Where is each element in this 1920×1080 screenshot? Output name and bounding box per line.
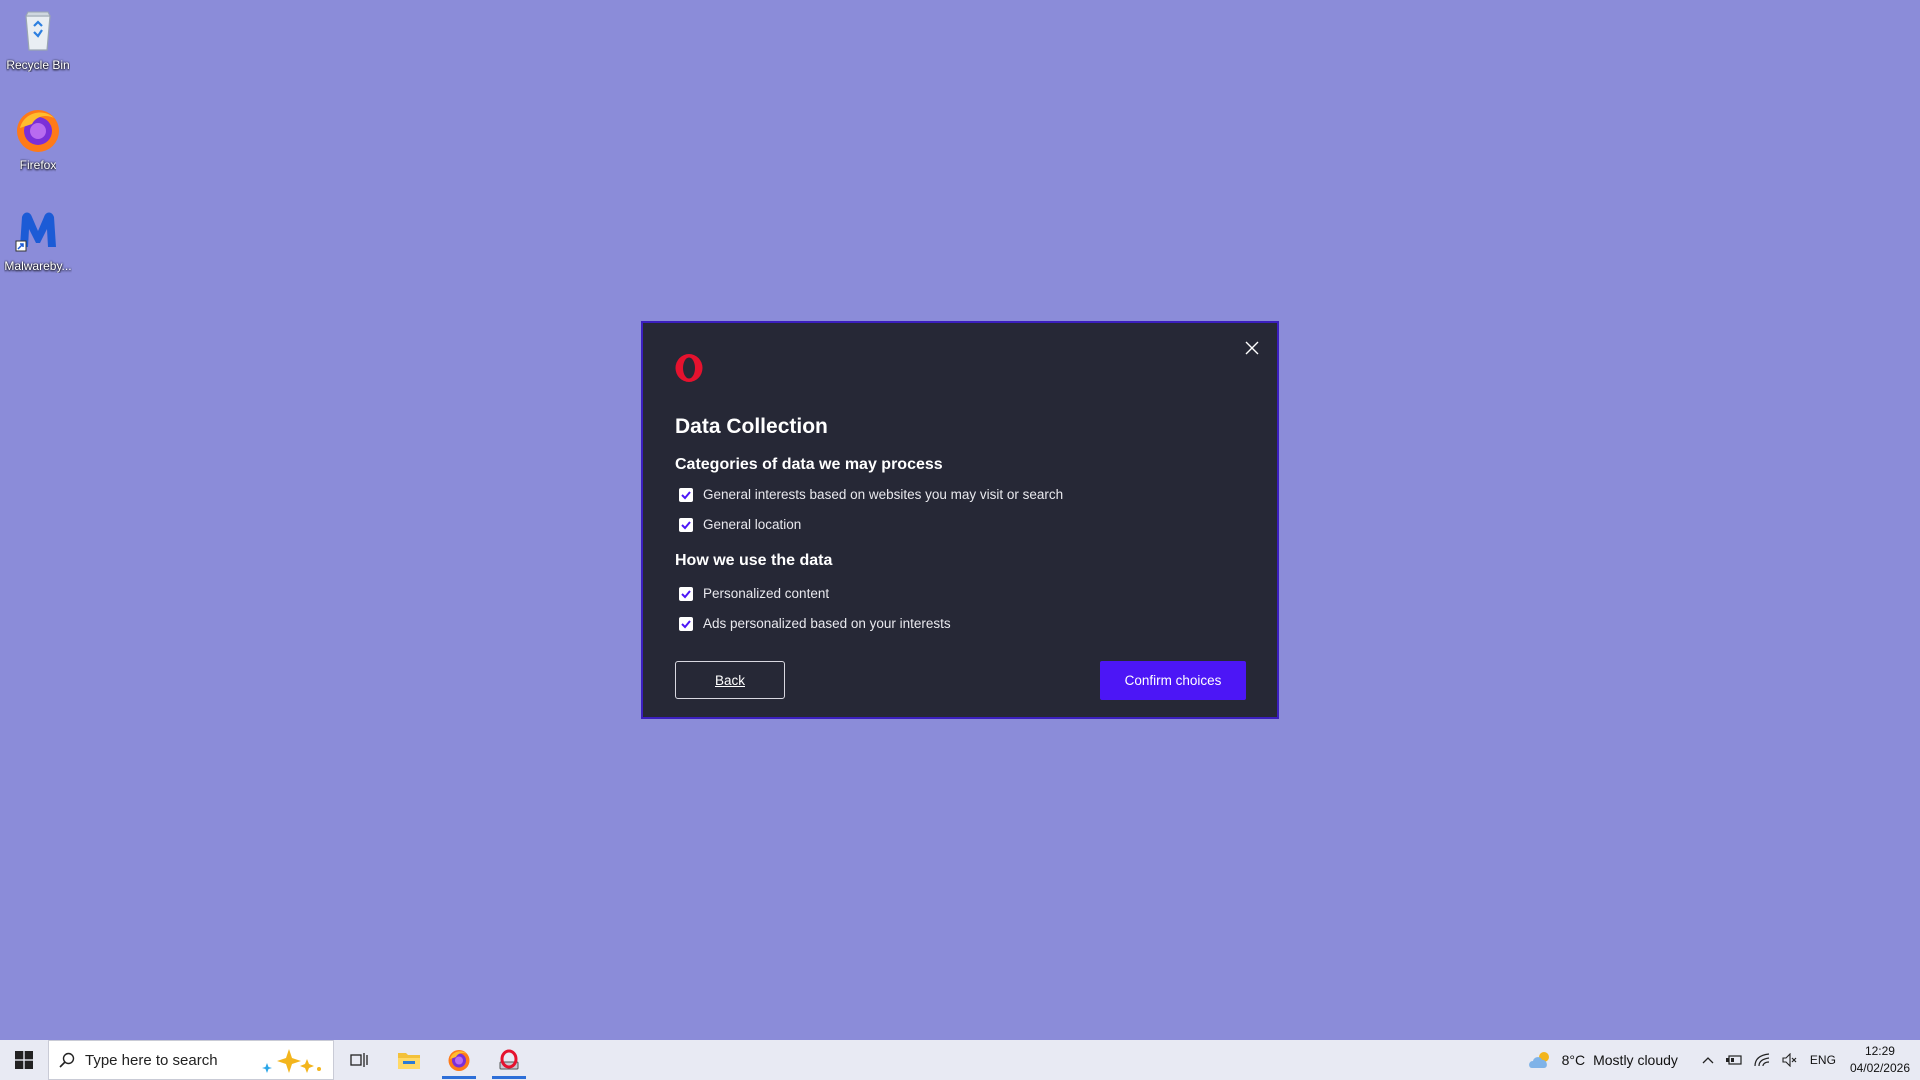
taskbar-firefox-button[interactable] (434, 1040, 484, 1080)
dialog-title: Data Collection (675, 415, 828, 438)
show-hidden-icons-button[interactable] (1696, 1056, 1720, 1064)
close-icon (1245, 341, 1259, 355)
desktop-icon-label: Recycle Bin (6, 58, 70, 72)
checkbox-label: General location (703, 517, 802, 532)
clock-date: 04/02/2026 (1849, 1061, 1910, 1075)
file-explorer-icon (398, 1053, 420, 1069)
checkmark-icon (681, 520, 691, 529)
wifi-icon (1754, 1053, 1770, 1067)
volume-button[interactable] (1776, 1053, 1804, 1067)
checkbox-label: General interests based on websites you … (703, 487, 1064, 502)
weather-description: Mostly cloudy (1593, 1052, 1678, 1068)
firefox-icon (448, 1050, 470, 1071)
weather-temperature: 8°C (1561, 1052, 1586, 1068)
system-tray: 8°C Mostly cloudy ENG 12:29 04/02/2026 (1528, 1040, 1920, 1080)
desktop-icon-recycle-bin[interactable]: Recycle Bin (0, 6, 76, 72)
checkbox-row-personalized-ads[interactable]: Ads personalized based on your interests (679, 616, 951, 631)
cloudy-weather-icon (1528, 1052, 1549, 1068)
checkbox-row-personalized-content[interactable]: Personalized content (679, 586, 829, 601)
malwarebytes-icon (14, 207, 62, 255)
clock[interactable]: 12:29 04/02/2026 (1842, 1043, 1920, 1077)
desktop-icon-label: Firefox (19, 158, 57, 172)
checkbox[interactable] (679, 487, 693, 502)
task-view-button[interactable] (334, 1040, 384, 1080)
confirm-choices-button[interactable]: Confirm choices (1100, 661, 1246, 700)
checkbox-row-general-location[interactable]: General location (679, 517, 801, 532)
checkmark-icon (681, 490, 691, 499)
taskbar: Type here to search 8°C Mostly cloudy EN… (0, 1040, 1920, 1080)
windows-logo-icon (15, 1051, 33, 1069)
checkbox[interactable] (679, 616, 693, 631)
section-heading-categories: Categories of data we may process (675, 456, 943, 473)
desktop-icon-malwarebytes[interactable]: Malwareby... (0, 207, 76, 273)
close-button[interactable] (1241, 337, 1263, 359)
volume-muted-icon (1782, 1053, 1797, 1067)
desktop-icon-label: Malwareby... (4, 259, 72, 273)
file-explorer-button[interactable] (384, 1040, 434, 1080)
language-indicator[interactable]: ENG (1804, 1053, 1842, 1067)
clock-time: 12:29 (1864, 1044, 1895, 1058)
section-heading-usage: How we use the data (675, 552, 833, 569)
checkbox[interactable] (679, 586, 693, 601)
firefox-icon (14, 106, 62, 154)
search-icon (59, 1052, 75, 1068)
start-button[interactable] (0, 1040, 48, 1080)
opera-installer-icon (499, 1049, 519, 1070)
checkbox-row-general-interests[interactable]: General interests based on websites you … (679, 487, 1063, 502)
network-button[interactable] (1748, 1053, 1776, 1067)
chevron-up-icon (1702, 1057, 1714, 1064)
task-view-icon (350, 1053, 368, 1067)
search-highlight-sparkle-icon (262, 1049, 321, 1073)
checkbox[interactable] (679, 517, 693, 532)
checkbox-label: Personalized content (703, 586, 830, 601)
data-collection-dialog: Data Collection Categories of data we ma… (641, 321, 1279, 719)
checkbox-label: Ads personalized based on your interests (703, 616, 951, 631)
back-button[interactable]: Back (675, 661, 785, 699)
weather-widget[interactable]: 8°C Mostly cloudy (1528, 1050, 1696, 1070)
checkmark-icon (681, 589, 691, 598)
taskbar-search-box[interactable]: Type here to search (48, 1040, 334, 1080)
recycle-bin-icon (14, 6, 62, 54)
checkmark-icon (681, 619, 691, 628)
battery-icon (1725, 1055, 1742, 1065)
search-placeholder: Type here to search (85, 1051, 218, 1069)
desktop-icon-firefox[interactable]: Firefox (0, 106, 76, 172)
opera-logo-icon (675, 354, 703, 382)
taskbar-opera-installer-button[interactable] (484, 1040, 534, 1080)
battery-button[interactable] (1720, 1054, 1748, 1066)
